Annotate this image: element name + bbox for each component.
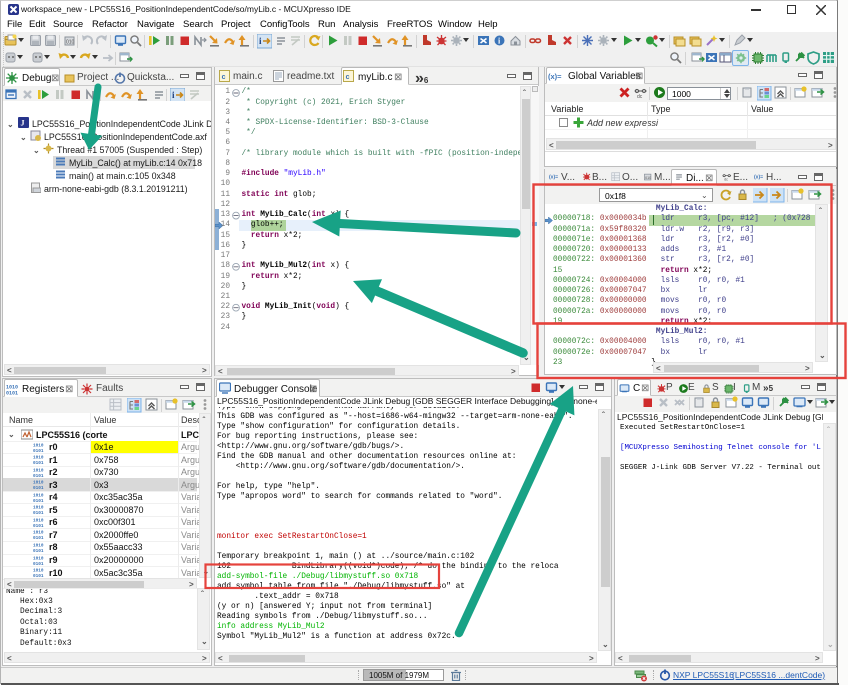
svg-text:1010: 1010 [33, 443, 44, 448]
svg-text:1010: 1010 [33, 481, 44, 486]
svg-text:c: c [222, 74, 226, 82]
svg-text:0101: 0101 [33, 474, 44, 478]
svg-text:010: 010 [66, 40, 75, 46]
svg-text:1010: 1010 [33, 468, 44, 473]
svg-text:1010: 1010 [33, 518, 44, 523]
svg-text:1010: 1010 [33, 456, 44, 461]
svg-text:0101: 0101 [33, 562, 44, 566]
svg-text:dc: dc [724, 178, 728, 182]
svg-text:(x)=: (x)= [754, 174, 763, 180]
svg-text:1010: 1010 [33, 543, 44, 548]
svg-text:c: c [346, 74, 350, 82]
svg-text:1010: 1010 [33, 506, 44, 511]
svg-text:(x)=: (x)= [548, 72, 562, 81]
svg-text:J: J [21, 119, 25, 128]
svg-text:(x)=: (x)= [549, 174, 558, 180]
svg-text:1010: 1010 [33, 531, 44, 536]
svg-text:0101: 0101 [33, 536, 44, 540]
svg-text:0101: 0101 [33, 499, 44, 503]
svg-text:0101: 0101 [33, 524, 44, 528]
svg-text:1010: 1010 [33, 569, 44, 574]
svg-text:0101: 0101 [33, 449, 44, 453]
svg-text:0101: 0101 [33, 486, 44, 490]
svg-text:dc: dc [637, 94, 643, 100]
svg-text:0101: 0101 [33, 549, 44, 553]
svg-text:1010: 1010 [33, 556, 44, 561]
svg-text:010: 010 [645, 176, 651, 180]
svg-text:0101: 0101 [33, 511, 44, 515]
svg-text:1010: 1010 [33, 493, 44, 498]
svg-text:0101: 0101 [6, 391, 18, 396]
svg-text:0101: 0101 [33, 461, 44, 465]
